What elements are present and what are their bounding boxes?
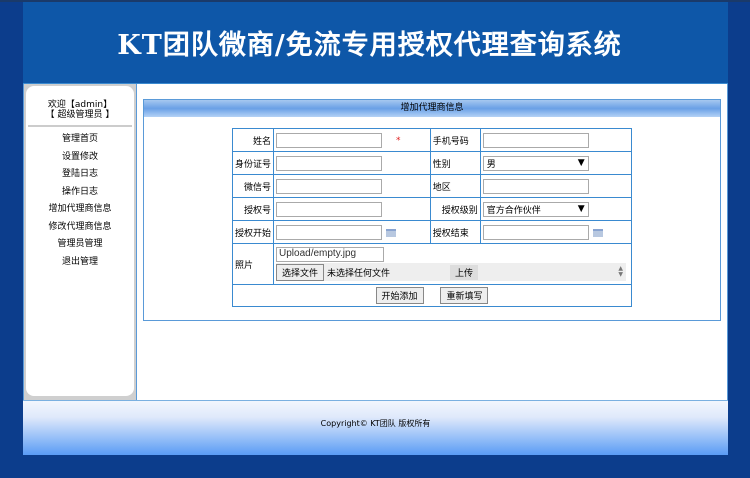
calendar-icon[interactable] xyxy=(592,228,603,237)
dropdown-arrow-icon: ▼ xyxy=(577,204,585,214)
photo-path-input[interactable]: Upload/empty.jpg xyxy=(276,247,384,262)
name-input[interactable] xyxy=(276,132,382,148)
reset-button[interactable]: 重新填写 xyxy=(440,287,489,304)
gender-select[interactable]: 男 ▼ xyxy=(482,155,589,171)
site-title: KT团队微商/免流专用授权代理查询系统 xyxy=(117,30,622,61)
copyright: Copyright© KT团队 版权所有 xyxy=(320,419,431,428)
scrollbar[interactable]: ▲ ▼ xyxy=(618,266,626,278)
add-agent-form: 姓名 * 手机号码 身份证号 性别 男 ▼ 微信号 地区 授权号 授权级别 官方合… xyxy=(232,128,633,307)
phone-label: 手机号码 xyxy=(429,128,481,152)
auth-start-label: 授权开始 xyxy=(232,220,274,244)
gender-value: 男 xyxy=(486,159,496,170)
required-mark: * xyxy=(396,136,401,146)
header: KT团队微商/免流专用授权代理查询系统 xyxy=(23,2,728,84)
wechat-input[interactable] xyxy=(276,178,382,194)
welcome: 欢迎【admin】【 超级管理员 】 xyxy=(28,86,132,127)
gender-label: 性别 xyxy=(429,151,481,175)
region-label: 地区 xyxy=(429,174,481,198)
sidebar-item-settings[interactable]: 设置修改 xyxy=(26,149,134,167)
auth-no-input[interactable] xyxy=(276,201,382,217)
sidebar-item-operation-log[interactable]: 操作日志 xyxy=(26,184,134,202)
add-agent-panel: 增加代理商信息 姓名 * 手机号码 身份证号 性别 男 ▼ 微信号 地区 授权号 … xyxy=(143,99,721,321)
wechat-label: 微信号 xyxy=(232,174,274,198)
panel-title: 增加代理商信息 xyxy=(144,100,720,117)
page: KT团队微商/免流专用授权代理查询系统 欢迎【admin】【 超级管理员 】 管… xyxy=(23,2,728,455)
sidebar-item-edit-agent[interactable]: 修改代理商信息 xyxy=(26,219,134,237)
name-label: 姓名 xyxy=(232,128,274,152)
auth-end-input[interactable] xyxy=(482,224,589,240)
welcome-role: 【 超级管理员 】 xyxy=(45,110,115,120)
no-file-text: 未选择任何文件 xyxy=(327,268,391,279)
welcome-user: 欢迎【admin】 xyxy=(47,100,113,110)
auth-level-select[interactable]: 官方合作伙伴 ▼ xyxy=(482,201,589,217)
sidebar-item-admin-manage[interactable]: 管理员管理 xyxy=(26,236,134,254)
choose-file-button[interactable]: 选择文件 xyxy=(276,263,325,281)
phone-input[interactable] xyxy=(482,132,589,148)
auth-end-label: 授权结束 xyxy=(429,220,481,244)
id-input[interactable] xyxy=(276,155,382,171)
footer: Copyright© KT团队 版权所有 xyxy=(23,400,728,455)
auth-start-input[interactable] xyxy=(276,224,382,240)
upload-button[interactable]: 上传 xyxy=(450,264,479,280)
photo-label: 照片 xyxy=(232,243,274,285)
submit-button[interactable]: 开始添加 xyxy=(375,287,424,304)
sidebar-item-login-log[interactable]: 登陆日志 xyxy=(26,166,134,184)
id-label: 身份证号 xyxy=(232,151,274,175)
region-input[interactable] xyxy=(482,178,589,194)
auth-no-label: 授权号 xyxy=(232,197,274,221)
auth-level-value: 官方合作伙伴 xyxy=(486,205,541,216)
sidebar: 欢迎【admin】【 超级管理员 】 管理首页 设置修改 登陆日志 操作日志 增… xyxy=(24,84,137,400)
calendar-icon[interactable] xyxy=(386,228,396,237)
auth-level-label: 授权级别 xyxy=(429,197,481,221)
sidebar-item-add-agent[interactable]: 增加代理商信息 xyxy=(26,201,134,219)
sidebar-item-home[interactable]: 管理首页 xyxy=(26,131,134,149)
dropdown-arrow-icon: ▼ xyxy=(577,158,585,168)
sidebar-item-logout[interactable]: 退出管理 xyxy=(26,254,134,272)
